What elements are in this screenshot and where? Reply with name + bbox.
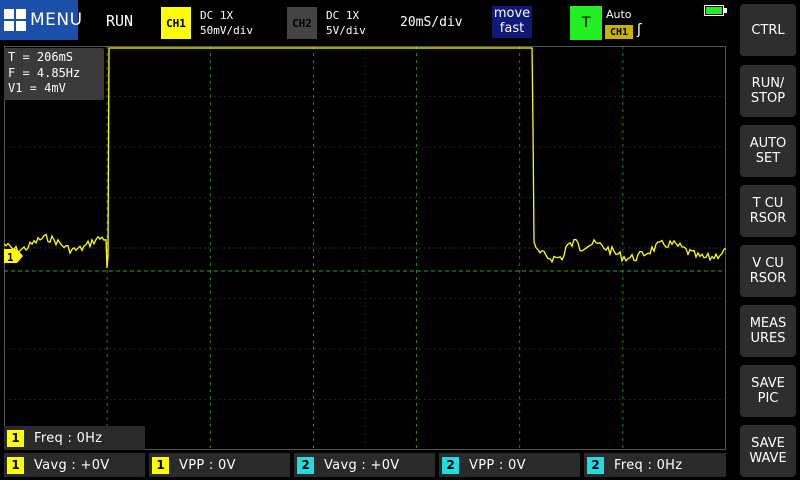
ch1-settings[interactable]: DC 1X 50mV/div bbox=[200, 8, 253, 38]
move-speed-button[interactable]: move fast bbox=[492, 6, 532, 38]
ch2-badge-small: 2 bbox=[587, 456, 604, 474]
ch1-scale: 50mV/div bbox=[200, 24, 253, 37]
trigger-mode[interactable]: Auto bbox=[606, 8, 632, 21]
t-cursor-label-2: RSOR bbox=[749, 211, 787, 226]
move-speed: fast bbox=[499, 21, 525, 36]
rising-edge-icon: ʃ bbox=[637, 22, 642, 38]
ch1-vpp-measure[interactable]: 1 VPP : 0V bbox=[149, 453, 290, 477]
ctrl-button-label: CTRL bbox=[751, 22, 785, 38]
timebase[interactable]: 20mS/div bbox=[400, 15, 463, 30]
ch1-freq-measure[interactable]: 1 Freq : 0Hz bbox=[4, 426, 145, 450]
ch1-badge[interactable]: CH1 bbox=[161, 7, 191, 39]
v-cursor-label-1: V CU bbox=[752, 256, 784, 271]
measurement-readout: T = 206mS F = 4.85Hz V1 = 4mV bbox=[4, 48, 104, 100]
ch2-vpp-measure[interactable]: 2 VPP : 0V bbox=[439, 453, 580, 477]
ch1-coupling: DC 1X bbox=[200, 9, 234, 22]
ch1-offset-marker-label: 1 bbox=[7, 251, 14, 264]
ch1-badge-small: 1 bbox=[152, 456, 169, 474]
ch2-badge-small: 2 bbox=[297, 456, 314, 474]
menu-grid-icon bbox=[4, 9, 26, 31]
measures-label-1: MEAS bbox=[749, 316, 787, 331]
ch2-vavg-measure[interactable]: 2 Vavg : +0V bbox=[294, 453, 435, 477]
ch2-vpp-value: VPP : 0V bbox=[469, 457, 526, 473]
ch1-badge-small: 1 bbox=[7, 456, 24, 474]
frequency-readout: F = 4.85Hz bbox=[8, 65, 81, 80]
run-status[interactable]: RUN bbox=[106, 12, 133, 30]
ch1-vavg-measure[interactable]: 1 Vavg : +0V bbox=[4, 453, 145, 477]
run-stop-button[interactable]: RUN/STOP bbox=[740, 65, 796, 117]
voltage-readout: V1 = 4mV bbox=[8, 81, 66, 95]
battery-icon bbox=[704, 5, 727, 16]
menu-button[interactable]: MENU bbox=[0, 0, 82, 40]
ch2-settings[interactable]: DC 1X 5V/div bbox=[326, 8, 366, 38]
ch2-scale: 5V/div bbox=[326, 24, 366, 37]
ctrl-button[interactable]: CTRL bbox=[740, 4, 796, 56]
ch2-coupling: DC 1X bbox=[326, 9, 360, 22]
v-cursor-button[interactable]: V CU RSOR bbox=[740, 245, 796, 297]
ch2-vavg-value: Vavg : +0V bbox=[324, 457, 400, 473]
v-cursor-label-2: RSOR bbox=[749, 271, 787, 286]
save-wave-label-1: SAVE bbox=[751, 436, 785, 451]
auto-set-label-1: AUTO bbox=[749, 136, 787, 151]
ch2-badge[interactable]: CH2 bbox=[287, 7, 317, 39]
measures-button[interactable]: MEAS URES bbox=[740, 305, 796, 357]
graticule bbox=[4, 46, 726, 450]
measures-label-2: URES bbox=[750, 331, 786, 346]
trigger-source[interactable]: CH1 bbox=[605, 25, 633, 39]
ch1-vavg-value: Vavg : +0V bbox=[34, 457, 110, 473]
ch2-freq-measure[interactable]: 2 Freq : 0Hz bbox=[584, 453, 726, 477]
trigger-badge[interactable]: T bbox=[570, 6, 602, 40]
t-cursor-button[interactable]: T CU RSOR bbox=[740, 185, 796, 237]
ch2-freq-value: Freq : 0Hz bbox=[614, 457, 683, 473]
save-pic-label-2: PIC bbox=[757, 391, 779, 406]
ch1-freq-value: Freq : 0Hz bbox=[34, 430, 103, 446]
auto-set-button[interactable]: AUTO SET bbox=[740, 125, 796, 177]
period-readout: T = 206mS bbox=[8, 50, 74, 64]
ch1-badge-small: 1 bbox=[7, 429, 24, 447]
save-pic-button[interactable]: SAVE PIC bbox=[740, 365, 796, 417]
save-wave-button[interactable]: SAVE WAVE bbox=[740, 425, 796, 477]
run-stop-label-2: STOP bbox=[750, 91, 786, 106]
ch2-badge-small: 2 bbox=[442, 456, 459, 474]
menu-label: MENU bbox=[30, 10, 83, 30]
move-label: move bbox=[493, 6, 531, 21]
t-cursor-label-1: T CU bbox=[752, 196, 784, 211]
save-pic-label-1: SAVE bbox=[751, 376, 785, 391]
run-stop-label-1: RUN/ bbox=[751, 76, 785, 91]
save-wave-label-2: WAVE bbox=[749, 451, 787, 466]
auto-set-label-2: SET bbox=[755, 151, 781, 166]
ch1-vpp-value: VPP : 0V bbox=[179, 457, 236, 473]
scope-display[interactable]: 1 bbox=[4, 46, 726, 450]
